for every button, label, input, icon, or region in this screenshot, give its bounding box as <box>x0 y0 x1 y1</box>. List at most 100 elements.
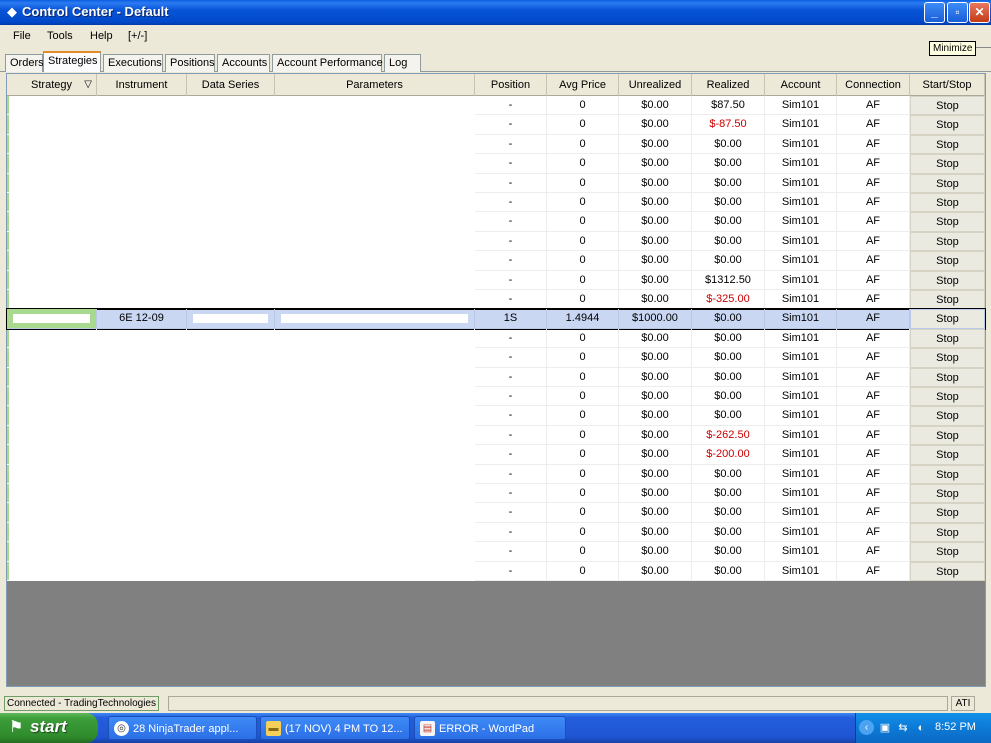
stop-button[interactable]: Stop <box>910 173 985 193</box>
col-avg-price[interactable]: Avg Price <box>547 74 619 96</box>
table-row[interactable]: -0 $0.00 $0.00 Sim101 AF Stop <box>7 173 985 193</box>
table-row[interactable]: -0 $0.00 $1312.50 Sim101 AF Stop <box>7 270 985 290</box>
cell-data-series <box>187 542 275 562</box>
stop-button[interactable]: Stop <box>910 212 985 232</box>
cell-instrument <box>97 270 187 290</box>
stop-button[interactable]: Stop <box>910 561 985 581</box>
maximize-button[interactable]: ▫ <box>947 2 968 23</box>
cell-account: Sim101 <box>765 290 837 310</box>
stop-button[interactable]: Stop <box>910 290 985 310</box>
col-data-series[interactable]: Data Series <box>187 74 275 96</box>
table-row[interactable]: -0 $0.00 $0.00 Sim101 AF Stop <box>7 367 985 387</box>
col-unrealized[interactable]: Unrealized <box>619 74 692 96</box>
col-strategy[interactable]: Strategy ▽ <box>7 74 97 96</box>
stop-button[interactable]: Stop <box>910 348 985 368</box>
stop-button[interactable]: Stop <box>910 134 985 155</box>
minimize-button[interactable]: _ <box>924 2 945 23</box>
col-parameters[interactable]: Parameters <box>275 74 475 96</box>
table-row[interactable]: -0 $0.00 $0.00 Sim101 AF Stop <box>7 503 985 523</box>
table-row[interactable]: -0 $0.00 $0.00 Sim101 AF Stop <box>7 387 985 407</box>
stop-button[interactable]: Stop <box>910 115 985 135</box>
app-icon: ◆ <box>7 4 17 19</box>
stop-button[interactable]: Stop <box>910 231 985 252</box>
tab-account-performance[interactable]: Account Performance <box>272 54 383 72</box>
table-row[interactable]: -0 $0.00 $-262.50 Sim101 AF Stop <box>7 425 985 446</box>
table-row[interactable]: -0 $0.00 $0.00 Sim101 AF Stop <box>7 484 985 504</box>
stop-button[interactable]: Stop <box>910 367 985 387</box>
table-row[interactable]: -0 $0.00 $0.00 Sim101 AF Stop <box>7 193 985 213</box>
table-row[interactable]: -0 $0.00 $-325.00 Sim101 AF Stop <box>7 290 985 310</box>
table-row[interactable]: -0 $0.00 $0.00 Sim101 AF Stop <box>7 348 985 368</box>
tab-log[interactable]: Log <box>384 54 421 72</box>
table-row[interactable]: -0 $0.00 $0.00 Sim101 AF Stop <box>7 154 985 174</box>
table-row[interactable]: -0 $0.00 $0.00 Sim101 AF Stop <box>7 251 985 271</box>
menu-expand-toggle[interactable]: [+/-] <box>128 30 147 42</box>
cell-strategy <box>7 387 97 407</box>
sync-icon[interactable]: ⇆ <box>896 721 910 735</box>
table-row[interactable]: -0 $0.00 $0.00 Sim101 AF Stop <box>7 522 985 543</box>
close-button[interactable]: ✕ <box>969 2 990 23</box>
cell-position: - <box>475 115 547 135</box>
col-instrument[interactable]: Instrument <box>97 74 187 96</box>
stop-button[interactable]: Stop <box>910 193 985 213</box>
stop-button[interactable]: Stop <box>910 464 985 484</box>
stop-button[interactable]: Stop <box>910 387 985 407</box>
stop-button[interactable]: Stop <box>910 309 985 329</box>
tab-strategies[interactable]: Strategies <box>43 51 101 72</box>
cell-data-series <box>187 154 275 174</box>
table-row[interactable]: -0 $0.00 $87.50 Sim101 AF Stop <box>7 96 985 116</box>
clock[interactable]: 8:52 PM <box>935 721 976 733</box>
cell-instrument <box>97 542 187 562</box>
table-row[interactable]: -0 $0.00 $-200.00 Sim101 AF Stop <box>7 445 985 465</box>
table-row[interactable]: -0 $0.00 $0.00 Sim101 AF Stop <box>7 542 985 562</box>
start-button[interactable]: ⚑ start <box>0 713 98 743</box>
stop-button[interactable]: Stop <box>910 96 985 116</box>
table-row[interactable]: -0 $0.00 $0.00 Sim101 AF Stop <box>7 406 985 426</box>
task-ninjatrader[interactable]: ◎ 28 NinjaTrader appl... <box>108 716 257 740</box>
table-row[interactable]: -0 $0.00 $-87.50 Sim101 AF Stop <box>7 115 985 135</box>
stop-button[interactable]: Stop <box>910 503 985 523</box>
stop-button[interactable]: Stop <box>910 406 985 426</box>
table-row[interactable]: -0 $0.00 $0.00 Sim101 AF Stop <box>7 561 985 581</box>
table-row-selected[interactable]: 6E 12-09 1S 1.4944 $1000.00 $0.00 Sim101 AF Sto… <box>6 308 986 330</box>
tab-accounts[interactable]: Accounts <box>217 54 270 72</box>
stop-button[interactable]: Stop <box>910 445 985 465</box>
tray-expand-icon[interactable]: ‹ <box>859 720 874 735</box>
col-start-stop[interactable]: Start/Stop <box>910 74 985 96</box>
cell-instrument <box>97 212 187 232</box>
cell-unrealized: $0.00 <box>619 503 692 523</box>
menu-help[interactable]: Help <box>90 30 113 42</box>
tab-executions[interactable]: Executions <box>103 54 163 72</box>
cell-parameters <box>275 212 475 232</box>
menu-tools[interactable]: Tools <box>47 30 73 42</box>
tab-orders[interactable]: Orders <box>5 54 44 72</box>
stop-button[interactable]: Stop <box>910 154 985 174</box>
stop-button[interactable]: Stop <box>910 328 985 349</box>
volume-icon[interactable]: ◐ <box>914 721 928 735</box>
col-account[interactable]: Account <box>765 74 837 96</box>
col-connection[interactable]: Connection <box>837 74 910 96</box>
stop-button[interactable]: Stop <box>910 522 985 543</box>
cell-position: - <box>475 348 547 368</box>
cell-parameters <box>275 348 475 368</box>
stop-button[interactable]: Stop <box>910 251 985 271</box>
stop-button[interactable]: Stop <box>910 270 985 290</box>
table-row[interactable]: -0 $0.00 $0.00 Sim101 AF Stop <box>7 134 985 155</box>
cell-avg-price: 0 <box>547 328 619 349</box>
col-realized[interactable]: Realized <box>692 74 765 96</box>
stop-button[interactable]: Stop <box>910 425 985 446</box>
task-folder[interactable]: ▬ (17 NOV) 4 PM TO 12... <box>260 716 410 740</box>
table-row[interactable]: -0 $0.00 $0.00 Sim101 AF Stop <box>7 328 985 349</box>
stop-button[interactable]: Stop <box>910 542 985 562</box>
table-row[interactable]: -0 $0.00 $0.00 Sim101 AF Stop <box>7 464 985 484</box>
title-bar[interactable]: ◆ Control Center - Default _ ▫ ✕ <box>0 0 991 25</box>
task-wordpad[interactable]: ▤ ERROR - WordPad <box>414 716 566 740</box>
table-row[interactable]: -0 $0.00 $0.00 Sim101 AF Stop <box>7 231 985 252</box>
cell-unrealized: $0.00 <box>619 270 692 290</box>
menu-file[interactable]: File <box>13 30 31 42</box>
tab-positions[interactable]: Positions <box>165 54 215 72</box>
col-position[interactable]: Position <box>475 74 547 96</box>
table-row[interactable]: -0 $0.00 $0.00 Sim101 AF Stop <box>7 212 985 232</box>
network-icon[interactable]: ▣ <box>878 721 892 735</box>
stop-button[interactable]: Stop <box>910 484 985 504</box>
